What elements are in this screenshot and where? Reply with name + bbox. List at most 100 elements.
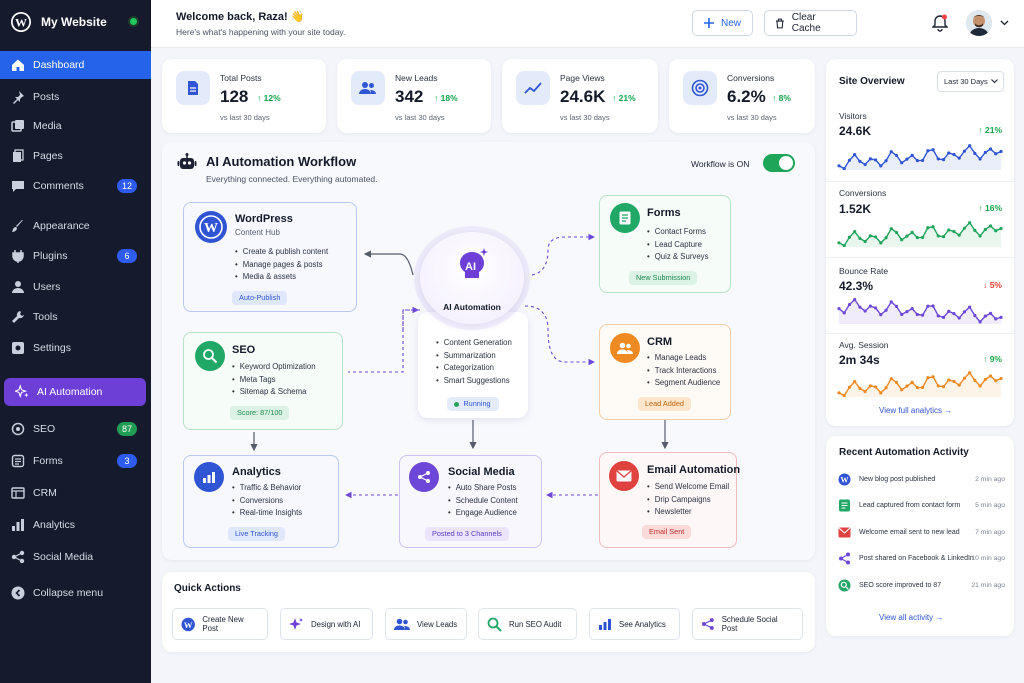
form-icon: [610, 203, 640, 233]
metric-trend: ↑ 16%: [978, 203, 1002, 213]
sparkline-point: [900, 161, 904, 165]
wordpress-icon: W: [195, 211, 227, 243]
sparkline-area: [839, 372, 1001, 397]
site-overview-title: Site Overview: [839, 76, 905, 87]
sparkline-point: [837, 391, 841, 395]
sparkline-point: [868, 157, 872, 161]
sparkline-point: [853, 230, 857, 234]
divider: [826, 257, 1014, 258]
view-leads-button[interactable]: View Leads: [385, 608, 467, 640]
activity-item[interactable]: W New blog post published 2 min ago: [838, 471, 1008, 487]
sparkline-point: [884, 386, 888, 390]
sparkline-point: [994, 229, 998, 233]
activity-text: Lead captured from contact form: [859, 501, 961, 509]
node-feature: Engage Audience: [448, 507, 518, 520]
sparkline-point: [837, 241, 841, 245]
sparkline-area: [839, 299, 1001, 324]
metric-value: 42.3%: [839, 279, 874, 293]
sparkline-point: [952, 152, 956, 157]
trend-value: 5%: [989, 280, 1002, 290]
users-icon: [394, 618, 410, 630]
sparkline-point: [968, 144, 972, 148]
metric-label: Avg. Session: [839, 340, 889, 350]
node-feature: Auto Share Posts: [448, 482, 518, 495]
sparkline-point: [926, 149, 930, 153]
sparkline-point: [968, 371, 972, 375]
view-all-activity-link[interactable]: View all activity →: [879, 613, 943, 622]
sparkline-point: [884, 308, 888, 312]
ai-node-label: AI Automation: [443, 302, 501, 312]
node-title: Forms: [647, 207, 681, 219]
node-feature-list: Manage Leads Track Interactions Segment …: [647, 352, 720, 390]
sparkline-point: [863, 162, 867, 167]
ai-badge-text: AI: [465, 261, 476, 273]
running-dot: [454, 402, 459, 407]
create-new-post-button[interactable]: W Create New Post: [172, 608, 268, 640]
sparkline-point: [999, 376, 1003, 381]
sparkline-point: [873, 385, 878, 389]
search-icon: [195, 341, 225, 371]
metric-value: 1.52K: [839, 202, 872, 216]
view-full-analytics-link[interactable]: View full analytics →: [879, 406, 952, 415]
sparkline-point: [915, 158, 919, 163]
ai-status-pill: Running: [447, 397, 499, 411]
sparkline-point: [905, 234, 909, 238]
metric-value: 2m 34s: [839, 353, 880, 367]
node-feature-list: Auto Share Posts Schedule Content Engage…: [448, 482, 518, 520]
activity-time: 2 min ago: [975, 475, 1005, 483]
sparkline-point: [889, 377, 893, 381]
sparkline-point: [968, 221, 972, 225]
sparkline-point: [858, 305, 862, 309]
node-title: WordPress: [235, 213, 293, 225]
sparkline-point: [983, 314, 987, 318]
sparkline-point: [868, 384, 872, 388]
metric-trend: ↑ 21%: [978, 125, 1002, 135]
date-range-select[interactable]: Last 30 Days: [937, 71, 1004, 92]
users-icon: [610, 333, 640, 363]
sparkline-point: [988, 147, 993, 151]
sparkline-point: [988, 224, 993, 228]
sparkline-point: [957, 383, 961, 387]
sparkline-point: [962, 310, 967, 314]
design-with-ai-button[interactable]: Design with AI: [280, 608, 373, 640]
schedule-social-post-button[interactable]: Schedule Social Post: [692, 608, 803, 640]
activity-item[interactable]: SEO score improved to 87 21 min ago: [838, 577, 1008, 593]
sparkline-point: [873, 235, 878, 239]
arrow-right-icon: →: [944, 406, 953, 415]
quick-action-label: Schedule Social Post: [721, 615, 778, 633]
date-range-value: Last 30 Days: [944, 77, 988, 86]
sparkline-point: [941, 315, 946, 319]
node-feature-list: Traffic & Behavior Conversions Real-time…: [232, 482, 302, 520]
sparkline-point: [894, 380, 899, 385]
avg-session-sparkline: [837, 371, 1003, 397]
sparkline-point: [947, 228, 951, 232]
sparkline-point: [952, 229, 956, 234]
node-feature: Lead Capture: [647, 239, 708, 252]
sparkline-point: [973, 151, 977, 155]
node-feature: Track Interactions: [647, 365, 720, 378]
bar-chart-icon: [599, 619, 611, 630]
sparkline-point: [910, 380, 914, 384]
sparkline-point: [863, 239, 867, 244]
divider: [826, 333, 1014, 334]
node-title: SEO: [232, 344, 256, 356]
ai-status-text: Running: [463, 399, 491, 408]
sparkline-point: [947, 378, 951, 382]
see-analytics-button[interactable]: See Analytics: [589, 608, 680, 640]
run-seo-audit-button[interactable]: Run SEO Audit: [478, 608, 577, 640]
ai-capabilities-list: Content Generation Summarization Categor…: [436, 337, 512, 387]
sparkline-point: [999, 315, 1003, 319]
sparkline-point: [941, 158, 946, 162]
activity-item[interactable]: Post shared on Facebook & LinkedIn 10 mi…: [838, 550, 1008, 566]
activity-item[interactable]: Lead captured from contact form 5 min ag…: [838, 497, 1008, 513]
sparkline-point: [921, 158, 925, 163]
bar-chart-icon: [194, 462, 224, 492]
sparkline-point: [941, 235, 946, 239]
node-feature: Create & publish content: [235, 246, 328, 259]
node-status-pill: New Submission: [629, 271, 698, 285]
sparkline-point: [879, 241, 883, 245]
sparkline-point: [921, 385, 925, 390]
activity-text: SEO score improved to 87: [859, 581, 942, 589]
sparkline-point: [853, 380, 857, 384]
activity-item[interactable]: Welcome email sent to new lead 7 min ago: [838, 524, 1008, 540]
